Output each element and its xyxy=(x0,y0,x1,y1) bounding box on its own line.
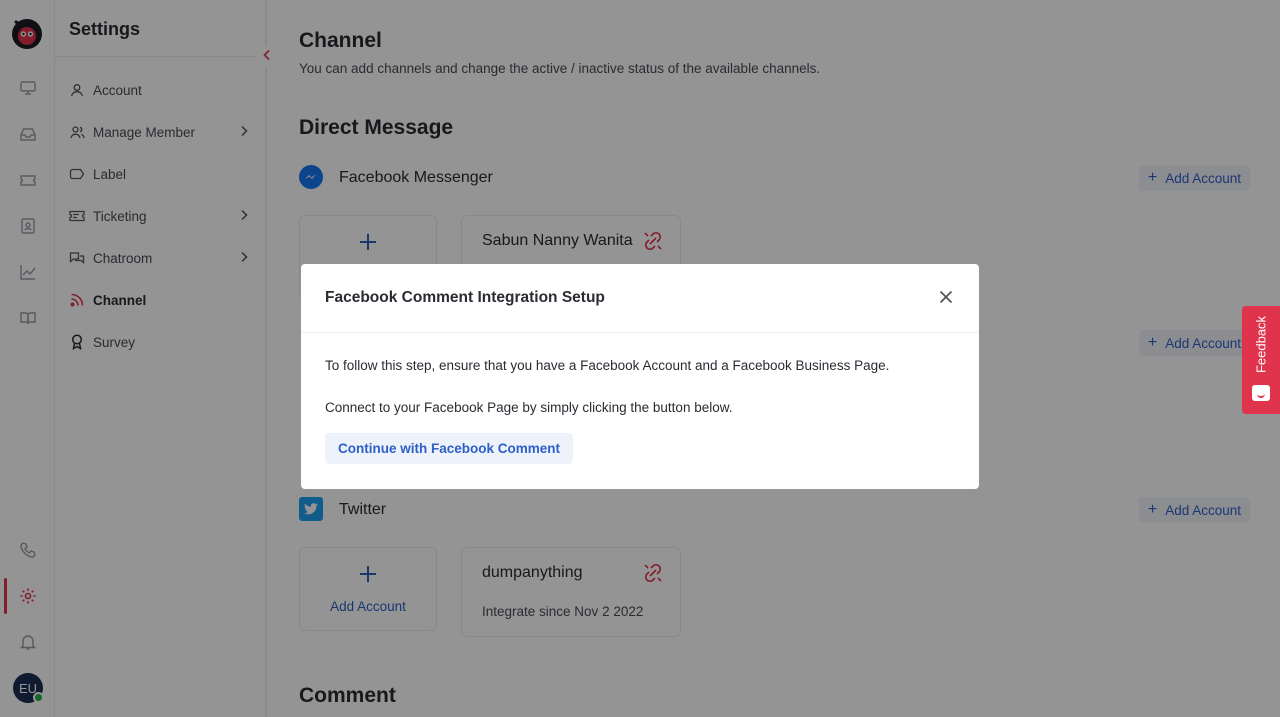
close-icon[interactable] xyxy=(939,290,953,309)
modal-instruction-1: To follow this step, ensure that you hav… xyxy=(325,358,890,373)
feedback-tab[interactable]: Feedback xyxy=(1242,306,1280,414)
modal-title: Facebook Comment Integration Setup xyxy=(325,289,605,306)
integration-setup-modal: Facebook Comment Integration Setup To fo… xyxy=(301,264,979,489)
feedback-label: Feedback xyxy=(1253,315,1269,374)
modal-instruction-2: Connect to your Facebook Page by simply … xyxy=(325,400,733,415)
smile-icon xyxy=(1252,385,1270,401)
modal-divider xyxy=(301,332,979,333)
continue-with-facebook-comment-button[interactable]: Continue with Facebook Comment xyxy=(325,433,574,464)
